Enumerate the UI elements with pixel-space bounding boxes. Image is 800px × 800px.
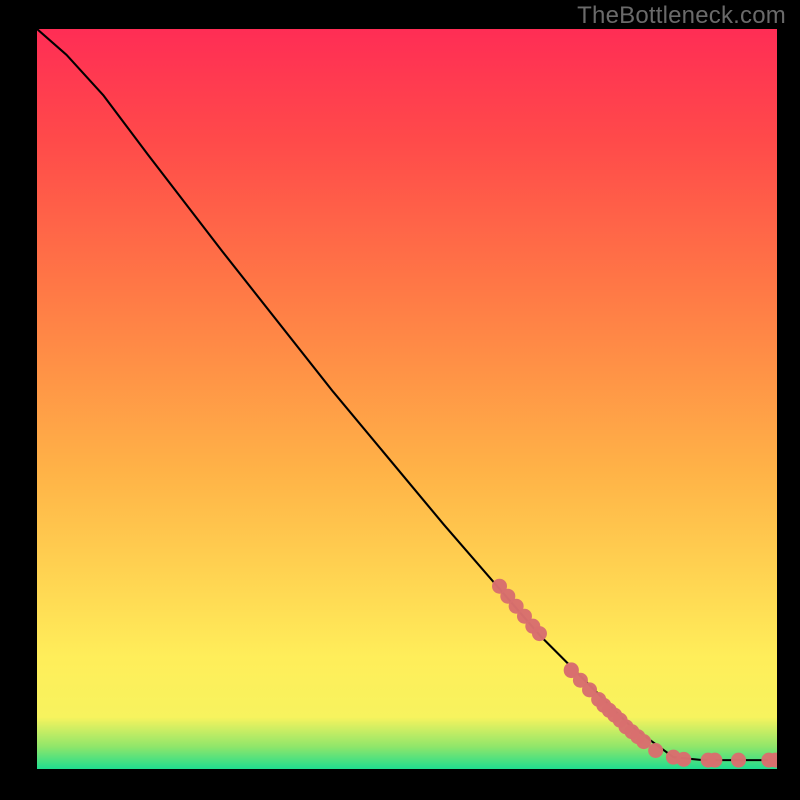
plot-area bbox=[37, 29, 777, 769]
marker-dot bbox=[731, 753, 746, 768]
marker-dot bbox=[707, 753, 722, 768]
marker-dot bbox=[532, 626, 547, 641]
marker-dot bbox=[648, 743, 663, 758]
marker-dot bbox=[636, 734, 651, 749]
chart-container: TheBottleneck.com bbox=[0, 0, 800, 800]
chart-svg bbox=[37, 29, 777, 769]
marker-dot bbox=[676, 752, 691, 767]
watermark-label: TheBottleneck.com bbox=[577, 2, 786, 30]
gradient-bg bbox=[37, 29, 777, 769]
